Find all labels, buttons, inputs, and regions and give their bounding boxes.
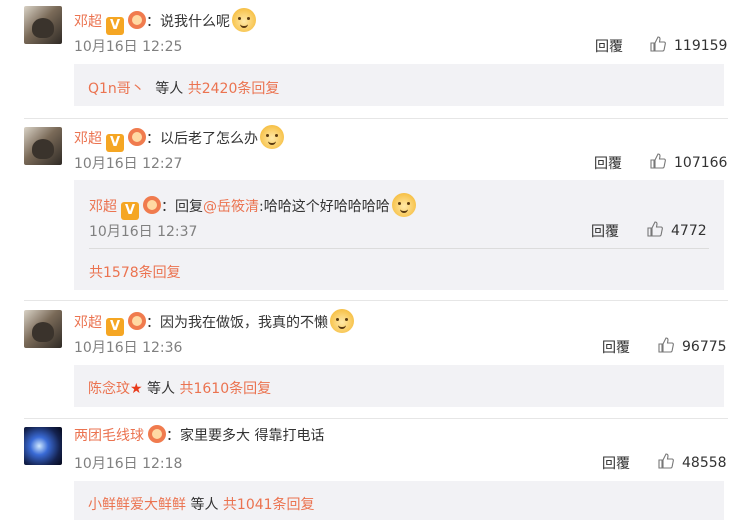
avatar[interactable] xyxy=(24,6,62,44)
nested-reply-header: 邓超 V ：回复@岳筱清:哈哈这个好哈哈哈哈 xyxy=(89,193,416,220)
like-button[interactable]: 48558 xyxy=(658,453,727,471)
sub-replies-line: 陈念玟★ 等人 共1610条回复 xyxy=(88,378,271,398)
nested-time: 10月16日 12:37 xyxy=(89,224,198,240)
verified-v-icon: V xyxy=(121,202,139,220)
divider xyxy=(24,118,728,119)
like-count: 107166 xyxy=(674,155,728,171)
sub-reply-deng: 等人 xyxy=(147,381,176,397)
verified-v-icon: V xyxy=(106,17,124,35)
medal-icon xyxy=(128,11,146,29)
nested-reply-prefix: ：回复 xyxy=(161,199,203,215)
thumbs-up-icon xyxy=(658,337,674,353)
like-button[interactable]: 96775 xyxy=(658,337,727,355)
divider xyxy=(24,300,728,301)
mention-link[interactable]: @岳筱清 xyxy=(203,199,259,215)
sub-replies-line: 小鲜鲜爱大鲜鲜 等人 共1041条回复 xyxy=(88,494,315,514)
avatar[interactable] xyxy=(24,427,62,465)
nested-reply-button[interactable]: 回覆 xyxy=(591,221,619,241)
nested-text: :哈哈这个好哈哈哈哈 xyxy=(259,199,390,215)
avatar[interactable] xyxy=(24,310,62,348)
thumbs-up-icon xyxy=(647,221,663,237)
avatar[interactable] xyxy=(24,127,62,165)
comment-3-header: 邓超 V ：因为我在做饭，我真的不懒 xyxy=(74,309,354,336)
comment-username[interactable]: 两团毛线球 xyxy=(74,428,144,444)
thumbs-up-icon xyxy=(658,453,674,469)
doge-emoji-icon xyxy=(391,193,416,217)
sub-reply-count[interactable]: 共1578条回复 xyxy=(89,262,181,282)
like-button[interactable]: 107166 xyxy=(650,153,727,171)
sub-reply-deng: 等人 xyxy=(155,81,184,97)
comment-text: ：因为我在做饭，我真的不懒 xyxy=(146,315,328,331)
like-count: 48558 xyxy=(682,455,727,471)
comment-text: ：家里要多大 得靠打电话 xyxy=(166,428,325,444)
doge-emoji-icon xyxy=(330,309,354,333)
nested-username[interactable]: 邓超 xyxy=(89,199,117,215)
comment-time: 10月16日 12:36 xyxy=(74,340,183,356)
comment-time: 10月16日 12:25 xyxy=(74,39,183,55)
thumbs-up-icon xyxy=(650,36,666,52)
verified-v-icon: V xyxy=(106,318,124,336)
comment-text: ：以后老了怎么办 xyxy=(146,131,258,147)
nested-like-button[interactable]: 4772 xyxy=(647,221,707,239)
sub-reply-count[interactable]: 共1610条回复 xyxy=(179,381,271,397)
reply-button[interactable]: 回覆 xyxy=(602,337,630,357)
divider xyxy=(24,418,728,419)
star-icon: ★ xyxy=(130,381,143,397)
like-count: 4772 xyxy=(671,223,707,239)
like-count: 119159 xyxy=(674,38,728,54)
comment-time: 10月16日 12:27 xyxy=(74,156,183,172)
comment-text: ：说我什么呢 xyxy=(146,14,230,30)
reply-button[interactable]: 回覆 xyxy=(595,36,623,56)
medal-icon xyxy=(128,128,146,146)
like-count: 96775 xyxy=(682,339,727,355)
reply-button[interactable]: 回覆 xyxy=(594,153,622,173)
sub-reply-users[interactable]: 小鲜鲜爱大鲜鲜 xyxy=(88,497,186,513)
like-button[interactable]: 119159 xyxy=(650,36,727,54)
medal-icon xyxy=(128,312,146,330)
medal-icon xyxy=(148,425,166,443)
sub-reply-count[interactable]: 共2420条回复 xyxy=(188,81,280,97)
sub-reply-count[interactable]: 共1041条回复 xyxy=(223,497,315,513)
sub-reply-users[interactable]: 陈念玟 xyxy=(88,381,130,397)
sub-reply-deng: 等人 xyxy=(190,497,219,513)
comment-username[interactable]: 邓超 xyxy=(74,131,102,147)
comment-username[interactable]: 邓超 xyxy=(74,315,102,331)
divider xyxy=(89,248,709,249)
verified-v-icon: V xyxy=(106,134,124,152)
sub-reply-users[interactable]: Q1n哥丶 xyxy=(88,81,145,97)
thumbs-up-icon xyxy=(650,153,666,169)
sub-replies-line: Q1n哥丶 等人 共2420条回复 xyxy=(88,78,279,98)
comment-1-header: 邓超 V ：说我什么呢 xyxy=(74,8,256,35)
doge-emoji-icon xyxy=(260,125,284,149)
reply-button[interactable]: 回覆 xyxy=(602,453,630,473)
doge-emoji-icon xyxy=(232,8,256,32)
medal-icon xyxy=(143,196,161,214)
comment-2-header: 邓超 V ：以后老了怎么办 xyxy=(74,125,284,152)
comment-username[interactable]: 邓超 xyxy=(74,14,102,30)
comment-4-header: 两团毛线球 ：家里要多大 得靠打电话 xyxy=(74,425,324,445)
comment-time: 10月16日 12:18 xyxy=(74,456,183,472)
